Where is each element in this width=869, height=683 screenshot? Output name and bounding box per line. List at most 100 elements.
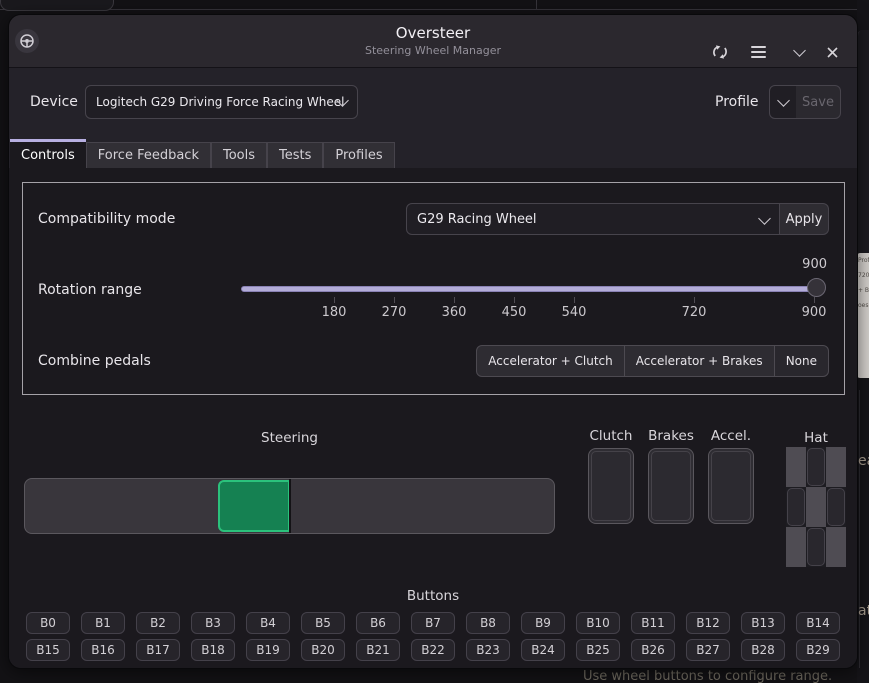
wheel-button-indicator: B4 xyxy=(246,612,290,634)
tick-mark xyxy=(454,297,455,303)
background-light-window-sliver: Prof 720 + Br oes xyxy=(857,253,869,378)
wheel-button-indicator: B29 xyxy=(796,639,840,661)
brakes-monitor: Brakes xyxy=(648,428,694,524)
tab-tools[interactable]: Tools xyxy=(210,142,268,168)
wheel-button-indicator: B22 xyxy=(411,639,455,661)
chevron-down-icon[interactable] xyxy=(788,41,810,63)
background-window-edge xyxy=(0,9,869,10)
accel-label: Accel. xyxy=(710,428,752,444)
tab-profiles[interactable]: Profiles xyxy=(323,142,395,168)
oversteer-window: Oversteer Steering Wheel Manager Device … xyxy=(8,14,858,669)
wheel-button-indicator: B7 xyxy=(411,612,455,634)
combine-none-button[interactable]: None xyxy=(774,345,829,377)
rotation-range-slider: 180 270 360 450 540 720 900 xyxy=(241,271,827,335)
hat-up-indicator xyxy=(806,447,826,487)
compatibility-label: Compatibility mode xyxy=(38,211,176,227)
wheel-button-indicator: B9 xyxy=(521,612,565,634)
wheel-button-indicator: B5 xyxy=(301,612,345,634)
wheel-button-indicator: B3 xyxy=(191,612,235,634)
close-icon[interactable] xyxy=(821,41,843,63)
wheel-button-indicator: B15 xyxy=(26,639,70,661)
refresh-button[interactable] xyxy=(709,41,731,63)
save-button[interactable]: Save xyxy=(796,85,841,119)
profile-dropdown[interactable] xyxy=(769,85,797,119)
slider-track[interactable] xyxy=(241,286,824,292)
pedal-monitors: Clutch Brakes Accel. xyxy=(588,428,754,524)
wheel-button-indicator: B19 xyxy=(246,639,290,661)
buttons-row-1: B0 B1 B2 B3 B4 B5 B6 B7 B8 B9 B10 B11 B12 B13 B14 xyxy=(26,612,840,634)
hat-down-indicator xyxy=(806,527,826,567)
compatibility-dropdown-value: G29 Racing Wheel xyxy=(417,211,537,227)
background-text-fragment: oes xyxy=(858,302,869,309)
rotation-range-value: 900 xyxy=(802,257,827,272)
hat-left-indicator xyxy=(786,487,806,527)
device-dropdown[interactable]: Logitech G29 Driving Force Racing Wheel xyxy=(85,85,358,119)
tick-mark xyxy=(694,297,695,303)
compatibility-dropdown[interactable]: G29 Racing Wheel xyxy=(406,203,780,235)
clutch-monitor: Clutch xyxy=(588,428,634,524)
wheel-button-indicator: B1 xyxy=(81,612,125,634)
accel-levelbar xyxy=(708,448,754,524)
wheel-button-indicator: B17 xyxy=(136,639,180,661)
steering-center-marker xyxy=(289,479,291,533)
hat-monitor xyxy=(786,447,846,567)
tick-mark xyxy=(574,297,575,303)
steering-level-fill xyxy=(218,480,290,532)
tab-force-feedback[interactable]: Force Feedback xyxy=(85,142,211,168)
combine-accel-brakes-button[interactable]: Accelerator + Brakes xyxy=(624,345,775,377)
wheel-button-indicator: B26 xyxy=(631,639,675,661)
tick-label: 360 xyxy=(441,305,467,320)
brakes-label: Brakes xyxy=(648,428,694,444)
steering-levelbar xyxy=(24,478,555,534)
brakes-levelbar xyxy=(648,448,694,524)
tick-mark xyxy=(334,297,335,303)
hat-label: Hat xyxy=(804,430,828,446)
accel-monitor: Accel. xyxy=(708,428,754,524)
buttons-label: Buttons xyxy=(406,588,460,604)
device-label: Device xyxy=(30,94,78,110)
chevron-down-icon xyxy=(758,212,771,225)
rotation-range-label: Rotation range xyxy=(38,282,142,298)
background-tab-shape xyxy=(0,0,114,11)
wheel-button-indicator: B6 xyxy=(356,612,400,634)
wheel-button-indicator: B10 xyxy=(576,612,620,634)
wheel-button-indicator: B14 xyxy=(796,612,840,634)
background-text-fragment: ea xyxy=(858,453,869,469)
tick-mark xyxy=(814,297,815,303)
tick-label: 720 xyxy=(681,305,707,320)
wheel-button-indicator: B28 xyxy=(741,639,785,661)
tick-label: 900 xyxy=(801,305,827,320)
background-text-fragment: + Br xyxy=(858,287,869,294)
wheel-button-indicator: B21 xyxy=(356,639,400,661)
tick-mark xyxy=(394,297,395,303)
menu-icon[interactable] xyxy=(747,41,769,63)
combine-accel-clutch-button[interactable]: Accelerator + Clutch xyxy=(476,345,625,377)
screen: Prof 720 + Br oes ea at Use wheel buttons t… xyxy=(0,0,869,683)
wheel-button-indicator: B11 xyxy=(631,612,675,634)
tab-bar: Controls Force Feedback Tools Tests Prof… xyxy=(10,139,395,168)
steering-label: Steering xyxy=(261,430,318,446)
combine-pedals-group: Accelerator + Clutch Accelerator + Brake… xyxy=(476,345,829,377)
wheel-button-indicator: B27 xyxy=(686,639,730,661)
chevron-down-icon xyxy=(776,93,790,107)
hat-right-indicator xyxy=(826,487,846,527)
background-window-border xyxy=(859,390,860,668)
wheel-button-indicator: B13 xyxy=(741,612,785,634)
background-text-fragment: 720 xyxy=(858,272,869,279)
tick-label: 180 xyxy=(321,305,347,320)
apply-button[interactable]: Apply xyxy=(780,203,829,235)
tab-tests[interactable]: Tests xyxy=(267,142,324,168)
wheel-button-indicator: B16 xyxy=(81,639,125,661)
wheel-button-indicator: B25 xyxy=(576,639,620,661)
slider-handle[interactable] xyxy=(807,278,826,297)
buttons-row-2: B15 B16 B17 B18 B19 B20 B21 B22 B23 B24 B25 B26 B27 B… xyxy=(26,639,840,661)
profile-label: Profile xyxy=(715,94,759,110)
clutch-label: Clutch xyxy=(589,428,633,444)
background-text-fragment: at xyxy=(858,603,869,619)
background-hint-text: Use wheel buttons to configure range. xyxy=(583,669,833,683)
tab-controls[interactable]: Controls xyxy=(10,139,86,168)
background-text-fragment: Prof xyxy=(858,257,869,264)
wheel-button-indicator: B24 xyxy=(521,639,565,661)
wheel-button-indicator: B23 xyxy=(466,639,510,661)
wheel-button-indicator: B8 xyxy=(466,612,510,634)
